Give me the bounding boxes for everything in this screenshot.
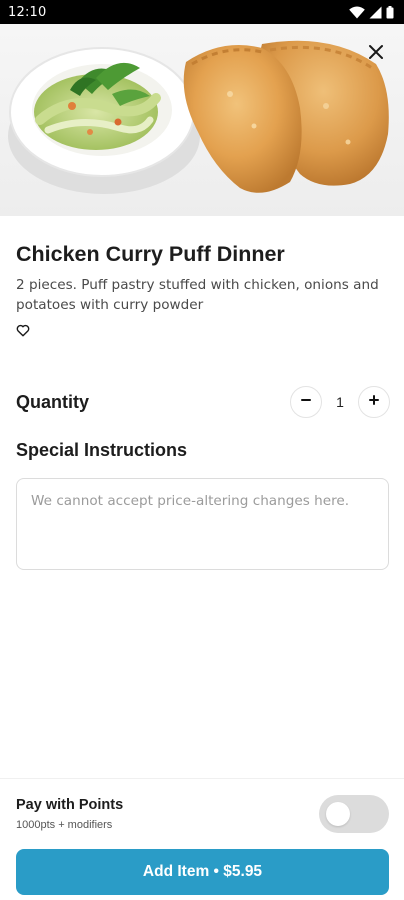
toggle-knob <box>326 802 350 826</box>
add-item-button[interactable]: Add Item • $5.95 <box>16 849 389 895</box>
quantity-row: Quantity 1 <box>16 386 390 418</box>
item-description: 2 pieces. Puff pastry stuffed with chick… <box>16 277 379 313</box>
quantity-label: Quantity <box>16 391 90 412</box>
footer-bar: Pay with Points 1000pts + modifiers Add … <box>0 778 404 900</box>
item-details: Chicken Curry Puff Dinner 2 pieces. Puff… <box>16 240 388 342</box>
special-instructions-field[interactable] <box>16 478 389 570</box>
wifi-icon <box>349 6 365 19</box>
special-instructions-label: Special Instructions <box>16 440 188 460</box>
decrement-button[interactable] <box>290 386 322 418</box>
favorite-button[interactable] <box>16 324 34 342</box>
pay-with-points-label: Pay with Points <box>16 797 124 813</box>
quantity-value: 1 <box>336 394 344 410</box>
heart-outline-icon <box>16 324 30 341</box>
increment-button[interactable] <box>358 386 390 418</box>
battery-icon <box>386 5 394 19</box>
close-button[interactable] <box>362 38 390 66</box>
close-icon <box>368 44 384 60</box>
status-bar: 12:10 <box>0 0 404 24</box>
item-title: Chicken Curry Puff Dinner <box>16 242 285 266</box>
quantity-stepper: 1 <box>290 386 390 418</box>
status-icons <box>349 5 394 19</box>
item-photo <box>0 24 404 216</box>
status-time: 12:10 <box>8 4 47 20</box>
plus-icon <box>368 393 380 411</box>
minus-icon <box>300 393 312 411</box>
pay-with-points-toggle[interactable] <box>319 795 389 833</box>
signal-icon <box>369 6 382 19</box>
points-cost-label: 1000pts + modifiers <box>16 819 113 831</box>
